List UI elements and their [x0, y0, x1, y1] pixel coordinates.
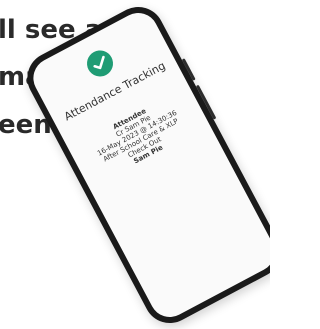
- phone-mockup: Attendance Tracking Attendee Cr Sam Pie …: [18, 0, 270, 329]
- page: ll see a mation een Attendance Tracking …: [0, 0, 270, 329]
- check-icon: [93, 55, 105, 70]
- check-badge: [82, 45, 118, 82]
